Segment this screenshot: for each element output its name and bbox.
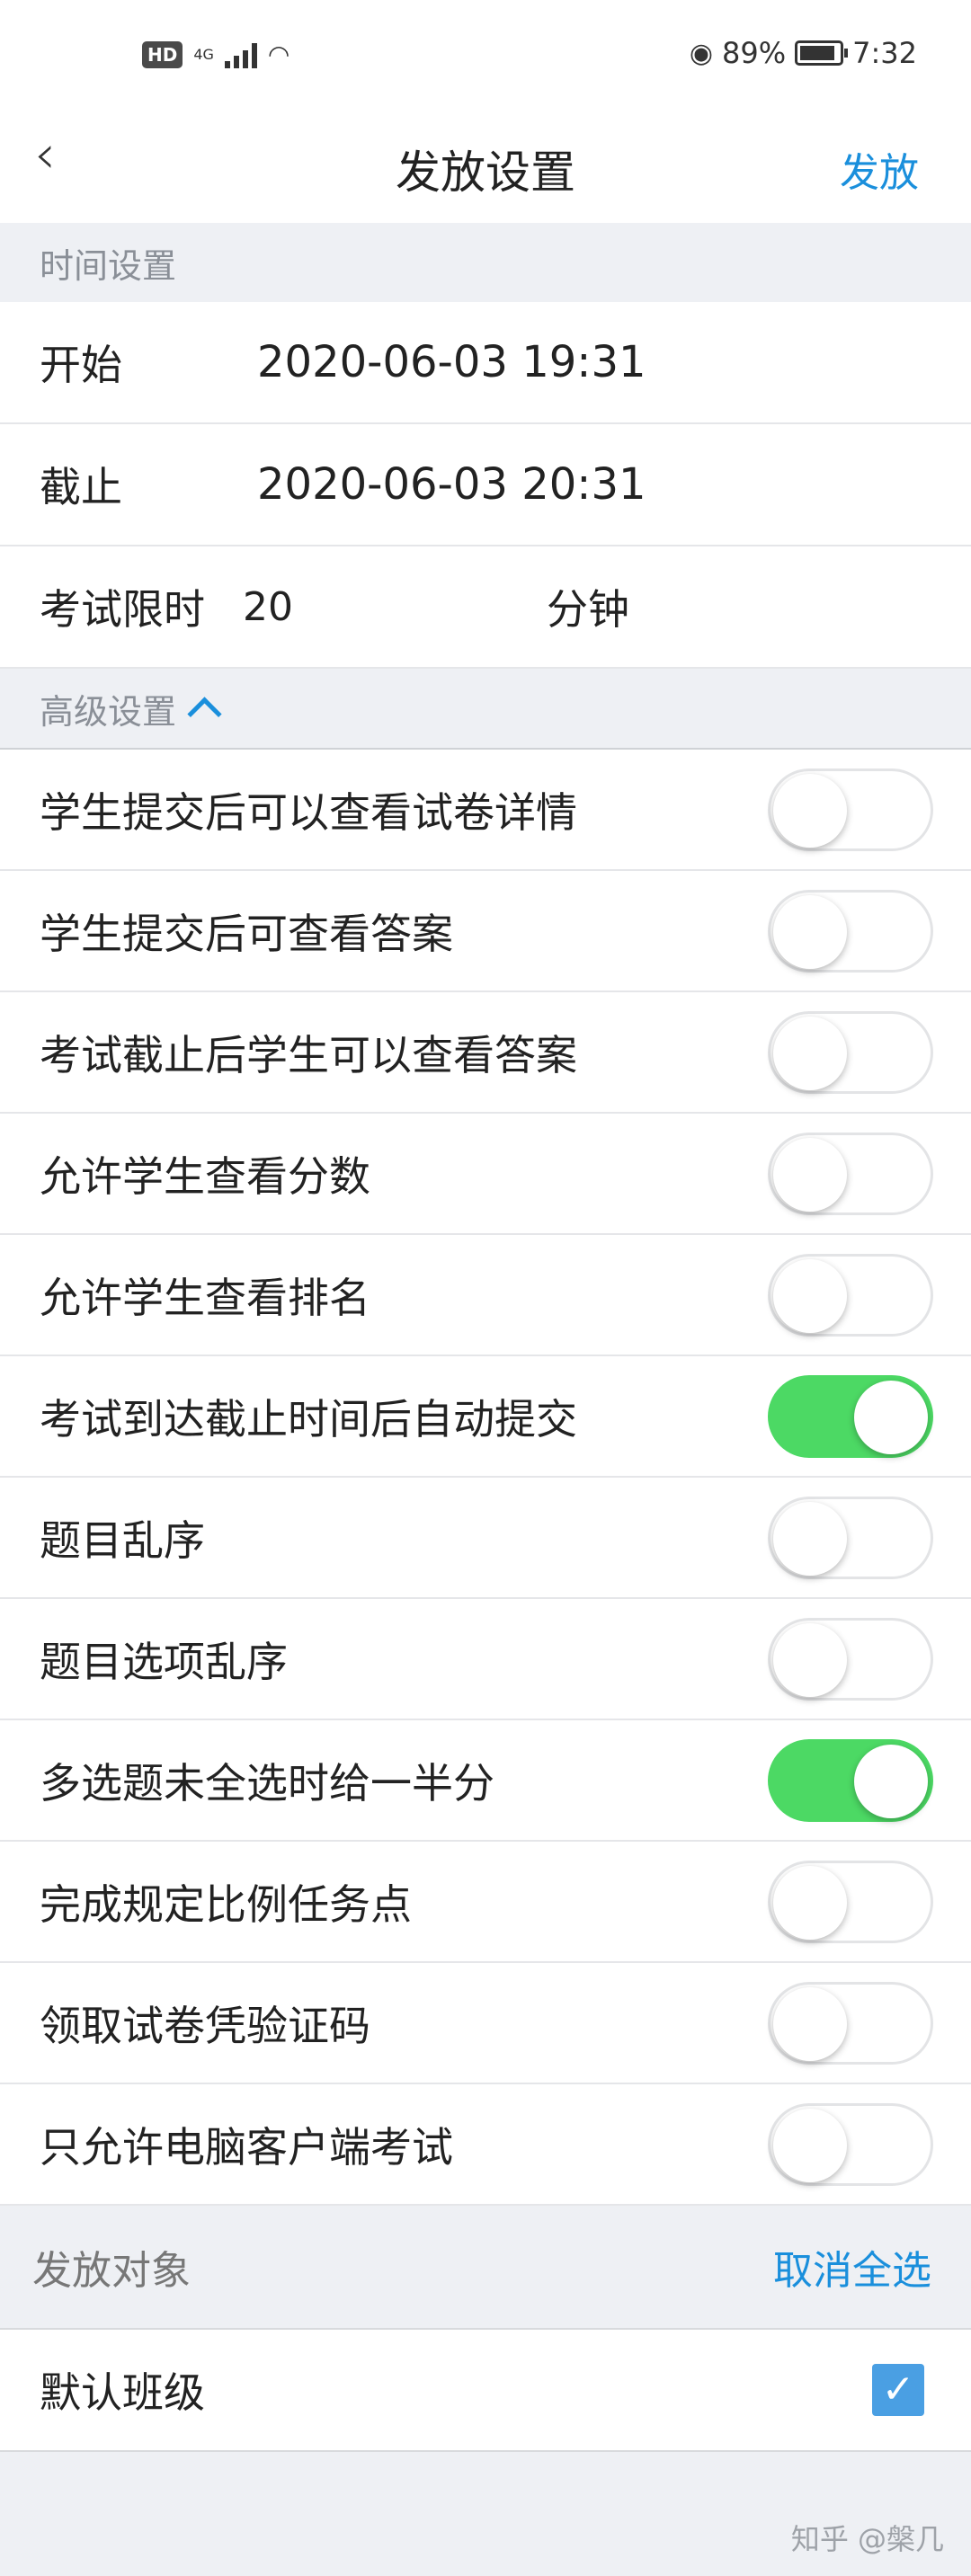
time-limit-input[interactable]: 20 [243,584,293,630]
setting-row: 学生提交后可查看答案 [0,871,971,992]
toggle-knob [773,2108,847,2182]
setting-toggle[interactable] [768,1617,933,1701]
end-label: 截止 [40,463,122,511]
toggle-knob [854,1744,928,1818]
setting-toggle[interactable] [768,1496,933,1579]
toggle-knob [773,1016,847,1090]
setting-toggle[interactable] [768,1738,933,1822]
status-bar: HD 4G ◠ ◉ 89% 7:32 [0,0,971,111]
toggle-knob [773,1137,847,1212]
setting-label: 学生提交后可查看答案 [40,909,453,958]
deselect-all-button[interactable]: 取消全选 [773,2238,931,2296]
setting-label: 考试到达截止时间后自动提交 [40,1394,577,1443]
setting-toggle[interactable] [768,1132,933,1215]
status-left: HD 4G ◠ [142,40,290,69]
start-value[interactable]: 2020-06-03 19:31 [257,337,646,387]
clock: 7:32 [852,36,917,70]
setting-label: 多选题未全选时给一半分 [40,1758,494,1808]
watermark: 知乎 @槃几 [790,2522,944,2556]
end-time-row[interactable]: 截止 2020-06-03 20:31 [0,424,971,546]
setting-row: 考试截止后学生可以查看答案 [0,992,971,1114]
toggle-knob [773,1501,847,1576]
setting-label: 只允许电脑客户端考试 [40,2122,453,2172]
battery-percent: 89% [722,36,787,70]
target-section-header: 发放对象 取消全选 [0,2206,971,2328]
start-time-row[interactable]: 开始 2020-06-03 19:31 [0,302,971,424]
toggle-knob [854,1380,928,1454]
setting-toggle[interactable] [768,889,933,973]
time-limit-row: 考试限时 20 分钟 [0,546,971,669]
setting-row: 考试到达截止时间后自动提交 [0,1356,971,1478]
signal-icon [224,41,257,68]
setting-label: 题目选项乱序 [40,1637,288,1686]
target-section-title: 发放对象 [32,2248,191,2294]
setting-label: 完成规定比例任务点 [40,1879,412,1929]
checkbox-checked-icon[interactable]: ✓ [872,2364,924,2416]
toggle-knob [773,773,847,848]
page-title: 发放设置 [396,147,575,199]
setting-toggle[interactable] [768,1981,933,2065]
publish-button[interactable]: 发放 [840,140,919,198]
chevron-up-icon[interactable] [187,696,222,732]
toggle-knob [773,1986,847,2061]
setting-label: 领取试卷凭验证码 [40,2001,370,2050]
time-limit-label: 考试限时 [40,585,205,634]
eye-comfort-icon: ◉ [689,37,714,69]
wifi-icon: ◠ [267,40,290,69]
setting-toggle[interactable] [768,1253,933,1337]
status-right: ◉ 89% 7:32 [690,36,917,70]
signal-type: 4G [193,46,214,63]
setting-row: 完成规定比例任务点 [0,1842,971,1963]
battery-icon [795,40,849,66]
toggle-knob [773,1258,847,1333]
setting-label: 题目乱序 [40,1515,205,1565]
toggle-knob [773,1622,847,1697]
advanced-settings-list: 学生提交后可以查看试卷详情 学生提交后可查看答案考试截止后学生可以查看答案 允许学生… [0,748,971,2206]
setting-label: 允许学生查看分数 [40,1151,370,1201]
setting-label: 考试截止后学生可以查看答案 [40,1030,577,1079]
setting-row: 领取试卷凭验证码 [0,1963,971,2084]
time-section-title: 时间设置 [40,245,177,286]
class-label: 默认班级 [40,2368,205,2417]
setting-label: 学生提交后可以查看试卷详情 [40,787,577,837]
advanced-section-title: 高级设置 [40,691,177,732]
nav-bar: ‹ 发放设置 发放 [0,111,971,223]
end-value[interactable]: 2020-06-03 20:31 [257,459,646,510]
setting-toggle[interactable] [768,1010,933,1094]
time-limit-unit: 分钟 [547,585,629,634]
setting-row: 允许学生查看排名 [0,1235,971,1356]
setting-row: 只允许电脑客户端考试 [0,2084,971,2206]
toggle-knob [773,1865,847,1940]
class-row[interactable]: 默认班级 ✓ [0,2328,971,2452]
setting-row: 题目选项乱序 [0,1599,971,1720]
hd-icon: HD [142,40,183,68]
setting-row: 学生提交后可以查看试卷详情 [0,750,971,871]
setting-toggle[interactable] [768,2102,933,2186]
start-label: 开始 [40,341,122,389]
setting-toggle[interactable] [768,1860,933,1943]
setting-label: 允许学生查看排名 [40,1273,370,1322]
setting-row: 允许学生查看分数 [0,1114,971,1235]
setting-row: 题目乱序 [0,1478,971,1599]
advanced-section-header[interactable]: 高级设置 [0,669,971,748]
setting-toggle[interactable] [768,1374,933,1458]
toggle-knob [773,894,847,969]
setting-row: 多选题未全选时给一半分 [0,1720,971,1842]
time-section-header: 时间设置 [0,223,971,302]
setting-toggle[interactable] [768,768,933,851]
